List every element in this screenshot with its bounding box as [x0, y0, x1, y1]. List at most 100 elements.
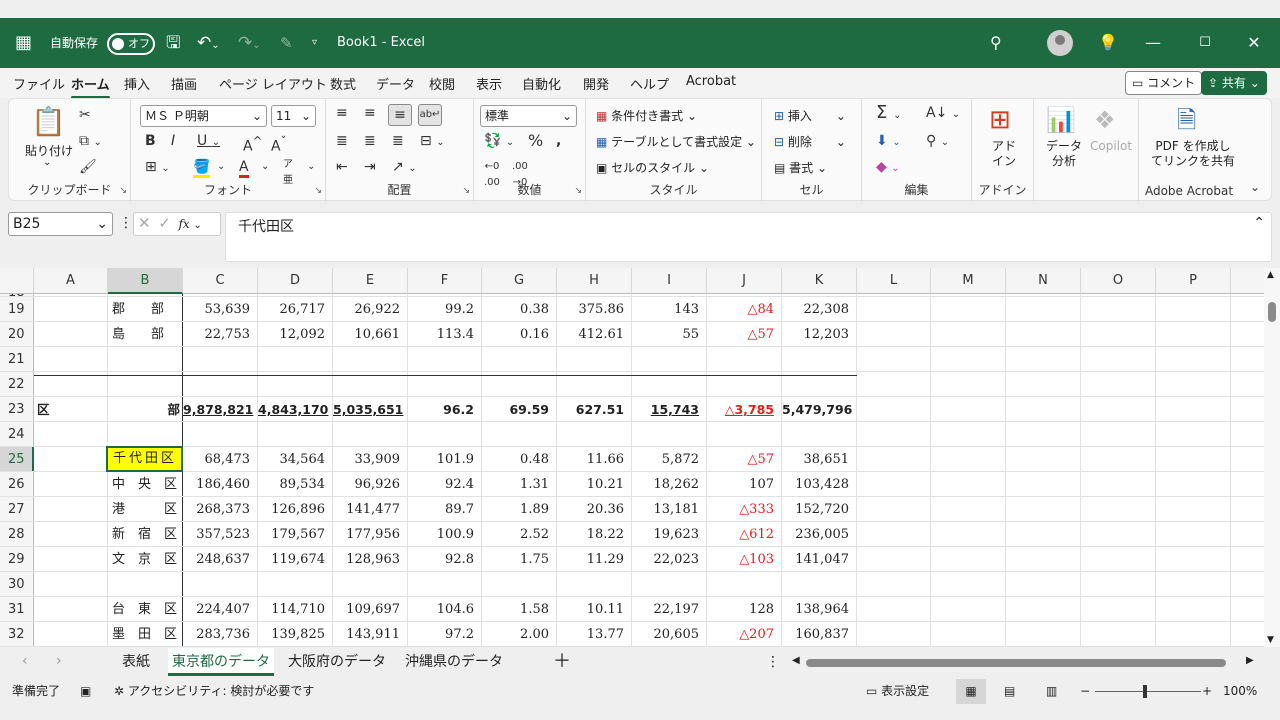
- cell-i25[interactable]: 5,872: [632, 447, 707, 472]
- cell-g27[interactable]: 1.89: [482, 497, 557, 522]
- fill-color-icon[interactable]: 🪣: [193, 159, 211, 178]
- cell-k27[interactable]: 152,720: [782, 497, 857, 522]
- cell-d20[interactable]: 12,092: [258, 322, 333, 347]
- cell-d28[interactable]: 179,567: [258, 522, 333, 547]
- tab-file[interactable]: ファイル: [13, 74, 65, 93]
- cell-d19[interactable]: 26,717: [258, 297, 333, 322]
- cell-d32[interactable]: 139,825: [258, 622, 333, 647]
- zoom-out-icon[interactable]: −: [1080, 679, 1090, 704]
- cell-f31[interactable]: 104.6: [408, 597, 482, 622]
- align-left-icon[interactable]: ≣: [336, 133, 348, 149]
- fill-icon[interactable]: ⬇ ⌄: [876, 133, 901, 151]
- cell-e27[interactable]: 141,477: [333, 497, 408, 522]
- next-sheet-icon[interactable]: ›: [56, 653, 62, 669]
- font-color-icon[interactable]: A: [239, 159, 249, 178]
- sheet-tab-osaka[interactable]: 大阪府のデータ: [280, 648, 394, 676]
- bold-icon[interactable]: B: [145, 133, 156, 149]
- merge-center-icon[interactable]: ⊟ ⌄: [420, 133, 445, 151]
- column-header-d[interactable]: D: [258, 268, 333, 294]
- search-icon[interactable]: ⚲: [990, 18, 1002, 68]
- italic-icon[interactable]: I: [171, 133, 175, 149]
- cell-f23[interactable]: 96.2: [408, 397, 482, 422]
- cell-b26[interactable]: 中 央 区: [108, 472, 183, 497]
- cell-c31[interactable]: 224,407: [183, 597, 258, 622]
- cell-h23[interactable]: 627.51: [557, 397, 632, 422]
- comments-button[interactable]: ▭ コメント: [1125, 71, 1203, 95]
- font-color-dropdown-icon[interactable]: ⌄: [261, 159, 269, 175]
- add-sheet-button[interactable]: ＋: [548, 648, 576, 676]
- column-header-k[interactable]: K: [782, 268, 857, 294]
- minimize-button[interactable]: —: [1130, 18, 1176, 68]
- zoom-slider-thumb[interactable]: [1143, 685, 1147, 698]
- share-button[interactable]: ⇪ 共有 ⌄: [1201, 71, 1267, 95]
- row-header[interactable]: 29: [0, 547, 34, 571]
- format-painter-qat-icon[interactable]: ✎: [280, 18, 293, 68]
- alignment-launcher-icon[interactable]: ↘: [462, 186, 470, 196]
- close-button[interactable]: ✕: [1231, 18, 1277, 68]
- cell-e20[interactable]: 10,661: [333, 322, 408, 347]
- cell-f25[interactable]: 101.9: [408, 447, 482, 472]
- autosave-toggle[interactable]: オフ: [107, 33, 155, 55]
- row-header[interactable]: 22: [0, 372, 34, 396]
- sheet-tab-tokyo[interactable]: 東京都のデータ: [168, 648, 274, 676]
- cell-c19[interactable]: 53,639: [183, 297, 258, 322]
- cell-b28[interactable]: 新 宿 区: [108, 522, 183, 547]
- row-header[interactable]: 19: [0, 297, 34, 321]
- cell-c20[interactable]: 22,753: [183, 322, 258, 347]
- cell-g25[interactable]: 0.48: [482, 447, 557, 472]
- tab-automate[interactable]: 自動化: [522, 74, 561, 93]
- cell-f29[interactable]: 92.8: [408, 547, 482, 572]
- cell-g31[interactable]: 1.58: [482, 597, 557, 622]
- align-middle-icon[interactable]: ≡: [364, 105, 376, 121]
- row-header[interactable]: 32: [0, 622, 34, 646]
- cell-h20[interactable]: 412.61: [557, 322, 632, 347]
- column-header-a[interactable]: A: [34, 268, 108, 294]
- sheet-tab-cover[interactable]: 表紙: [108, 648, 164, 676]
- page-layout-view-icon[interactable]: ▤: [1004, 679, 1015, 704]
- cell-d31[interactable]: 114,710: [258, 597, 333, 622]
- copy-icon[interactable]: ⧉ ⌄: [79, 133, 102, 151]
- tab-data[interactable]: データ: [376, 74, 415, 93]
- copilot-button[interactable]: Copilot: [1090, 139, 1132, 153]
- formula-input[interactable]: 千代田区 ⌃: [225, 212, 1272, 262]
- cell-k32[interactable]: 160,837: [782, 622, 857, 647]
- find-select-icon[interactable]: ⚲ ⌄: [926, 133, 949, 151]
- sort-filter-icon[interactable]: A↓ ⌄: [926, 105, 960, 123]
- cell-b27[interactable]: 港 区: [108, 497, 183, 522]
- cell-b25[interactable]: 千代田区: [106, 446, 183, 472]
- column-header-m[interactable]: M: [931, 268, 1006, 294]
- cell-e26[interactable]: 96,926: [333, 472, 408, 497]
- decrease-indent-icon[interactable]: ⇤: [336, 159, 348, 175]
- addins-button[interactable]: アド イン: [992, 139, 1016, 169]
- normal-view-icon[interactable]: ▦: [956, 679, 986, 704]
- cell-e25[interactable]: 33,909: [333, 447, 408, 472]
- save-icon[interactable]: 🖫: [166, 18, 180, 68]
- cell-i27[interactable]: 13,181: [632, 497, 707, 522]
- row-header[interactable]: 21: [0, 347, 34, 371]
- cell-e23[interactable]: 5,035,651: [333, 397, 408, 422]
- cell-h28[interactable]: 18.22: [557, 522, 632, 547]
- row-header[interactable]: 24: [0, 422, 34, 446]
- vertical-scrollbar[interactable]: ▲ ▼: [1264, 268, 1280, 647]
- cell-k20[interactable]: 12,203: [782, 322, 857, 347]
- cell-b29[interactable]: 文 京 区: [108, 547, 183, 572]
- cell-j31[interactable]: 128: [707, 597, 782, 622]
- scroll-right-icon[interactable]: ▶: [1246, 655, 1254, 666]
- percent-icon[interactable]: %: [528, 133, 543, 149]
- column-header-j[interactable]: J: [707, 268, 782, 294]
- row-header[interactable]: 27: [0, 497, 34, 521]
- macro-record-icon[interactable]: ▣: [80, 679, 91, 704]
- display-settings-button[interactable]: ▭ 表示設定: [866, 679, 929, 704]
- paste-icon[interactable]: 📋: [31, 105, 66, 139]
- cell-h25[interactable]: 11.66: [557, 447, 632, 472]
- cell-f27[interactable]: 89.7: [408, 497, 482, 522]
- cut-icon[interactable]: ✂: [79, 107, 91, 123]
- shrink-font-icon[interactable]: Aˇ: [271, 133, 286, 155]
- cell-f28[interactable]: 100.9: [408, 522, 482, 547]
- grow-font-icon[interactable]: A^: [243, 133, 262, 155]
- zoom-in-icon[interactable]: +: [1202, 679, 1212, 704]
- tab-view[interactable]: 表示: [476, 74, 502, 93]
- data-analysis-button[interactable]: データ 分析: [1046, 139, 1082, 169]
- clear-icon[interactable]: ◆ ⌄: [876, 159, 900, 177]
- cell-g26[interactable]: 1.31: [482, 472, 557, 497]
